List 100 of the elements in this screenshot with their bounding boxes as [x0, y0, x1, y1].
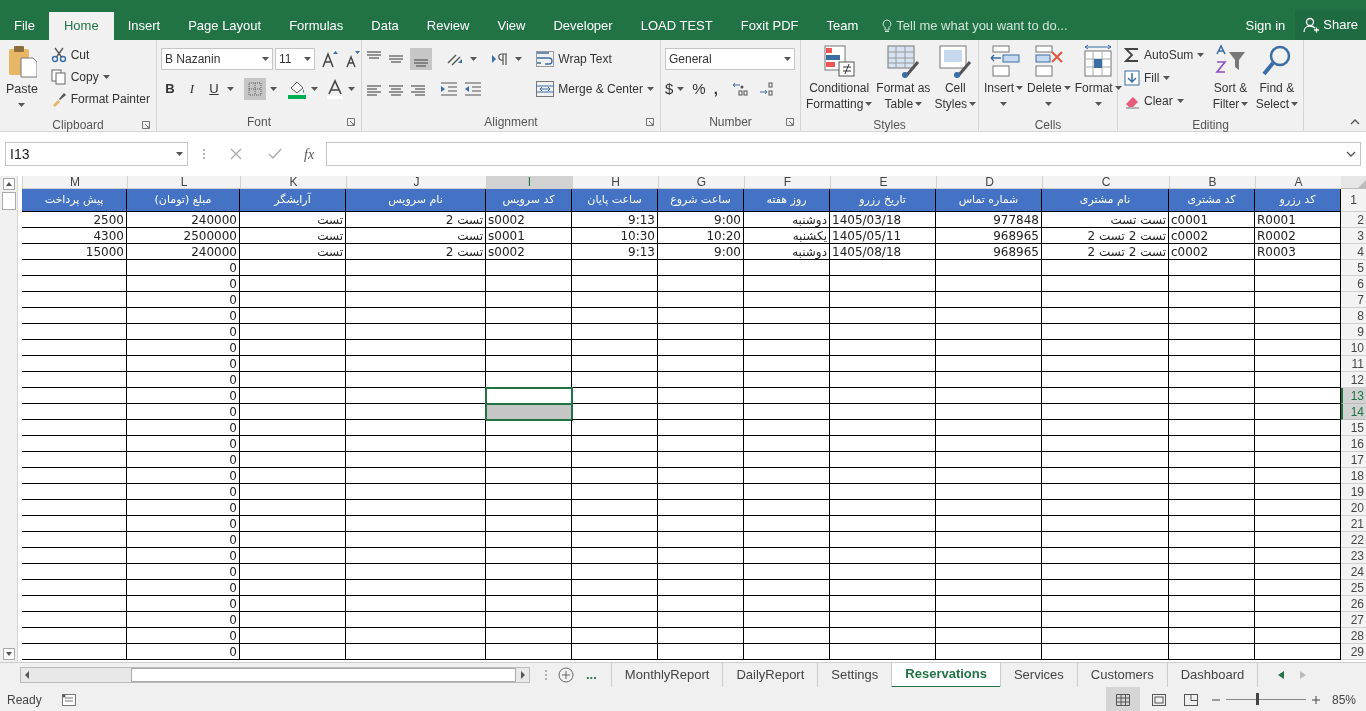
table-cell[interactable]: [1169, 612, 1255, 628]
table-cell[interactable]: [1169, 548, 1255, 564]
conditional-formatting-button[interactable]: Conditional Formatting: [805, 44, 874, 116]
table-cell[interactable]: [830, 628, 936, 644]
table-cell[interactable]: 0: [127, 324, 240, 340]
table-cell[interactable]: تست: [240, 212, 346, 228]
table-cell[interactable]: [658, 580, 744, 596]
table-cell[interactable]: [1169, 644, 1255, 660]
table-cell[interactable]: تست 2: [346, 244, 486, 260]
table-cell[interactable]: [240, 276, 346, 292]
table-cell[interactable]: [1169, 356, 1255, 372]
table-cell[interactable]: [1042, 420, 1169, 436]
table-cell[interactable]: s0001: [486, 228, 572, 244]
row-header[interactable]: 10: [1341, 340, 1366, 356]
table-cell[interactable]: 0: [127, 308, 240, 324]
table-cell[interactable]: تست 2 تست 2: [1042, 228, 1169, 244]
table-cell[interactable]: [658, 596, 744, 612]
wrap-text-button[interactable]: Wrap Text: [534, 48, 656, 70]
table-cell[interactable]: 0: [127, 484, 240, 500]
table-cell[interactable]: تست 2 تست 2: [1042, 244, 1169, 260]
table-cell[interactable]: [744, 356, 830, 372]
table-cell[interactable]: [1042, 308, 1169, 324]
table-cell[interactable]: [22, 516, 127, 532]
table-cell[interactable]: [658, 292, 744, 308]
table-cell[interactable]: [240, 468, 346, 484]
table-cell[interactable]: [1169, 308, 1255, 324]
table-cell[interactable]: 1405/05/11: [830, 228, 936, 244]
table-cell[interactable]: [22, 292, 127, 308]
table-cell[interactable]: [22, 404, 127, 420]
table-cell[interactable]: [346, 452, 486, 468]
table-cell[interactable]: [936, 308, 1042, 324]
table-cell[interactable]: 0: [127, 516, 240, 532]
table-cell[interactable]: [240, 404, 346, 420]
row-header[interactable]: 8: [1341, 308, 1366, 324]
table-cell[interactable]: [486, 340, 572, 356]
table-cell[interactable]: [658, 308, 744, 324]
table-cell[interactable]: [1042, 292, 1169, 308]
ribbon-tab[interactable]: Formulas: [275, 12, 358, 40]
table-cell[interactable]: [1042, 468, 1169, 484]
table-cell[interactable]: [936, 388, 1042, 404]
font-size-dropdown[interactable]: 11: [275, 48, 315, 70]
table-cell[interactable]: [936, 644, 1042, 660]
zoom-slider-thumb[interactable]: [1256, 693, 1260, 705]
row-header[interactable]: 7: [1341, 292, 1366, 308]
table-cell[interactable]: [346, 436, 486, 452]
table-cell[interactable]: [572, 628, 658, 644]
table-cell[interactable]: [658, 436, 744, 452]
table-cell[interactable]: 10:20: [658, 228, 744, 244]
table-cell[interactable]: [1169, 292, 1255, 308]
table-cell[interactable]: [486, 580, 572, 596]
table-cell[interactable]: 0: [127, 500, 240, 516]
sheet-tab[interactable]: Reservations: [891, 662, 1000, 688]
table-cell[interactable]: [830, 404, 936, 420]
column-header[interactable]: K: [240, 176, 346, 189]
scroll-thumb[interactable]: [1, 192, 16, 210]
table-cell[interactable]: [830, 260, 936, 276]
table-cell[interactable]: [830, 276, 936, 292]
table-cell[interactable]: [830, 420, 936, 436]
table-cell[interactable]: [486, 276, 572, 292]
table-cell[interactable]: [486, 548, 572, 564]
table-cell[interactable]: 0: [127, 452, 240, 468]
table-cell[interactable]: [1169, 596, 1255, 612]
table-cell[interactable]: [572, 404, 658, 420]
copy-button[interactable]: Copy: [48, 66, 152, 88]
format-as-table-button[interactable]: Format as Table: [875, 44, 932, 116]
zoom-level[interactable]: 85%: [1331, 690, 1356, 709]
table-cell[interactable]: [658, 628, 744, 644]
table-cell[interactable]: [572, 452, 658, 468]
table-cell[interactable]: [572, 468, 658, 484]
column-header[interactable]: D: [936, 176, 1042, 189]
ribbon-tab[interactable]: Page Layout: [174, 12, 276, 40]
table-cell[interactable]: [486, 612, 572, 628]
table-cell[interactable]: [830, 500, 936, 516]
table-cell[interactable]: [572, 372, 658, 388]
table-cell[interactable]: [1042, 580, 1169, 596]
table-cell[interactable]: 0: [127, 276, 240, 292]
table-cell[interactable]: [486, 484, 572, 500]
table-cell[interactable]: [936, 260, 1042, 276]
table-cell[interactable]: [658, 388, 744, 404]
table-cell[interactable]: [658, 324, 744, 340]
table-cell[interactable]: [936, 596, 1042, 612]
row-header[interactable]: 12: [1341, 372, 1366, 388]
table-cell[interactable]: [658, 340, 744, 356]
table-cell[interactable]: [572, 356, 658, 372]
normal-view-button[interactable]: [1105, 687, 1140, 711]
row-header[interactable]: 3: [1341, 228, 1366, 244]
table-cell[interactable]: [1042, 644, 1169, 660]
table-cell[interactable]: [936, 276, 1042, 292]
table-cell[interactable]: [240, 548, 346, 564]
number-format-dropdown[interactable]: General: [665, 48, 795, 70]
table-cell[interactable]: [830, 292, 936, 308]
font-name-dropdown[interactable]: B Nazanin: [161, 48, 273, 70]
row-header[interactable]: 19: [1341, 484, 1366, 500]
table-cell[interactable]: c0002: [1169, 228, 1255, 244]
table-cell[interactable]: [1042, 564, 1169, 580]
table-cell[interactable]: [240, 596, 346, 612]
table-cell[interactable]: [1169, 452, 1255, 468]
table-cell[interactable]: [1042, 276, 1169, 292]
table-cell[interactable]: [1169, 580, 1255, 596]
table-cell[interactable]: [572, 260, 658, 276]
